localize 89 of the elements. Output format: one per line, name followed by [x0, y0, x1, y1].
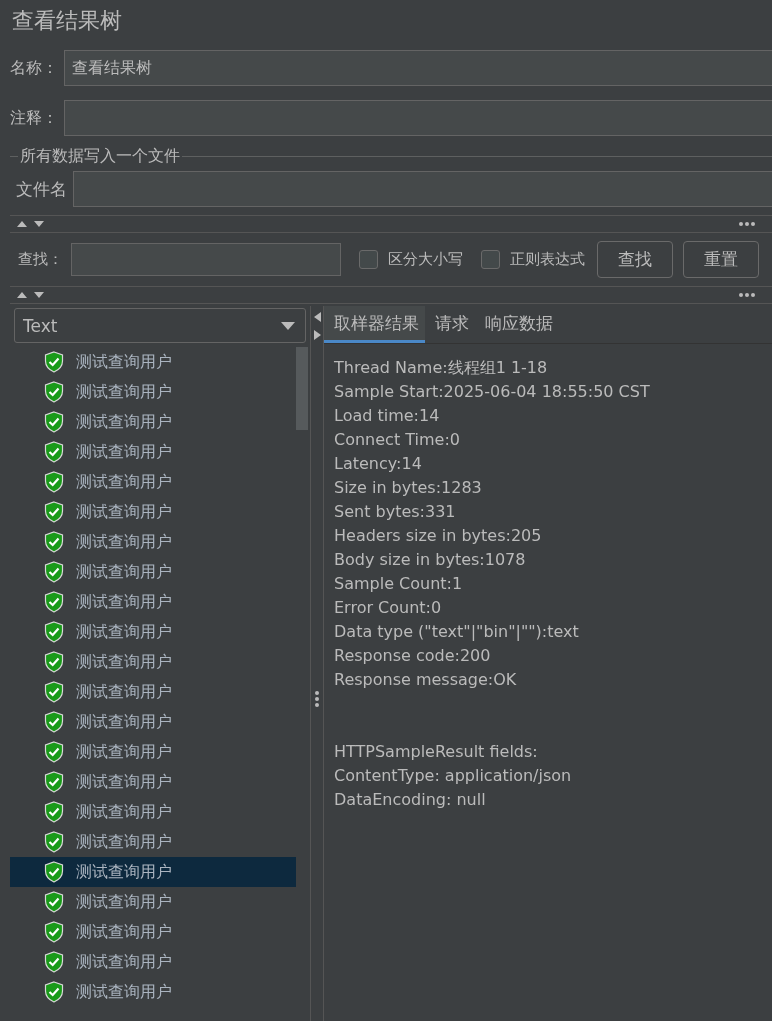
shield-check-icon — [44, 771, 64, 793]
result-line: Thread Name:线程组1 1-18 — [334, 357, 549, 379]
result-line: Latency:14 — [334, 453, 423, 475]
find-button[interactable]: 查找 — [597, 241, 673, 278]
result-line: Sent bytes:331 — [334, 501, 457, 523]
result-item[interactable]: 测试查询用户 — [10, 557, 296, 587]
shield-check-icon — [44, 441, 64, 463]
result-item[interactable]: 测试查询用户 — [10, 977, 296, 1007]
shield-check-icon — [44, 921, 64, 943]
filename-label: 文件名 — [16, 177, 67, 201]
shield-check-icon — [44, 711, 64, 733]
result-line: DataEncoding: null — [334, 789, 487, 811]
checkbox[interactable] — [359, 250, 378, 269]
result-item[interactable]: 测试查询用户 — [10, 347, 296, 377]
checkbox-label: 正则表达式 — [510, 250, 585, 269]
result-item[interactable]: 测试查询用户 — [10, 467, 296, 497]
renderer-dropdown[interactable]: Text — [14, 308, 306, 343]
name-field[interactable]: 查看结果树 — [64, 50, 772, 86]
result-item[interactable]: 测试查询用户 — [10, 737, 296, 767]
expand-right-icon[interactable] — [313, 330, 321, 340]
result-item[interactable]: 测试查询用户 — [10, 887, 296, 917]
result-line: Error Count:0 — [334, 597, 443, 619]
shield-check-icon — [44, 381, 64, 403]
search-field[interactable] — [71, 243, 341, 276]
search-label: 查找： — [18, 250, 63, 269]
collapse-left-icon[interactable] — [313, 312, 321, 322]
result-line: Size in bytes:1283 — [334, 477, 483, 499]
result-item[interactable]: 测试查询用户 — [10, 827, 296, 857]
panel-title: 查看结果树 — [11, 7, 123, 35]
shield-check-icon — [44, 501, 64, 523]
result-line: Sample Count:1 — [334, 573, 464, 595]
shield-check-icon — [44, 531, 64, 553]
shield-check-icon — [44, 651, 64, 673]
result-item[interactable]: 测试查询用户 — [10, 857, 296, 887]
result-line: Sample Start:2025-06-04 18:55:50 CST — [334, 381, 651, 403]
reset-button[interactable]: 重置 — [683, 241, 759, 278]
shield-check-icon — [44, 591, 64, 613]
drag-handle-icon[interactable] — [738, 221, 756, 227]
shield-check-icon — [44, 411, 64, 433]
result-line: Load time:14 — [334, 405, 441, 427]
drag-handle-icon[interactable] — [314, 690, 320, 708]
shield-check-icon — [44, 951, 64, 973]
result-line: ContentType: application/json — [334, 765, 573, 787]
shield-check-icon — [44, 561, 64, 583]
comment-label: 注释： — [10, 107, 58, 129]
result-line: Response code:200 — [334, 645, 492, 667]
result-item[interactable]: 测试查询用户 — [10, 527, 296, 557]
result-item[interactable]: 测试查询用户 — [10, 377, 296, 407]
tab[interactable]: 请求 — [425, 306, 475, 343]
collapse-arrows-icon[interactable] — [16, 220, 46, 228]
filename-field[interactable] — [73, 171, 772, 207]
tab[interactable]: 取样器结果 — [324, 306, 425, 343]
shield-check-icon — [44, 981, 64, 1003]
result-item[interactable]: 测试查询用户 — [10, 917, 296, 947]
result-line: HTTPSampleResult fields: — [334, 741, 539, 763]
result-item[interactable]: 测试查询用户 — [10, 707, 296, 737]
result-item[interactable]: 测试查询用户 — [10, 437, 296, 467]
drag-handle-icon[interactable] — [738, 292, 756, 298]
result-item[interactable]: 测试查询用户 — [10, 647, 296, 677]
result-line: Connect Time:0 — [334, 429, 461, 451]
result-item[interactable]: 测试查询用户 — [10, 797, 296, 827]
shield-check-icon — [44, 351, 64, 373]
result-item[interactable]: 测试查询用户 — [10, 407, 296, 437]
result-item[interactable]: 测试查询用户 — [10, 617, 296, 647]
result-line: Body size in bytes:1078 — [334, 549, 527, 571]
result-item[interactable]: 测试查询用户 — [10, 947, 296, 977]
shield-check-icon — [44, 891, 64, 913]
dropdown-arrow-icon — [281, 321, 295, 330]
result-item[interactable]: 测试查询用户 — [10, 497, 296, 527]
checkbox-label: 区分大小写 — [388, 250, 463, 269]
result-line: Response message:OK — [334, 669, 518, 691]
shield-check-icon — [44, 801, 64, 823]
comment-field[interactable] — [64, 100, 772, 136]
result-line: Data type ("text"|"bin"|""):text — [334, 621, 580, 643]
group-legend: 所有数据写入一个文件 — [18, 146, 182, 167]
collapse-arrows-icon[interactable] — [16, 291, 46, 299]
result-item[interactable]: 测试查询用户 — [10, 587, 296, 617]
result-item[interactable]: 测试查询用户 — [10, 767, 296, 797]
checkbox[interactable] — [481, 250, 500, 269]
tab[interactable]: 响应数据 — [475, 306, 559, 343]
shield-check-icon — [44, 861, 64, 883]
shield-check-icon — [44, 471, 64, 493]
shield-check-icon — [44, 831, 64, 853]
result-line: Headers size in bytes:205 — [334, 525, 543, 547]
shield-check-icon — [44, 681, 64, 703]
name-label: 名称： — [10, 57, 58, 79]
result-item[interactable]: 测试查询用户 — [10, 677, 296, 707]
shield-check-icon — [44, 741, 64, 763]
shield-check-icon — [44, 621, 64, 643]
